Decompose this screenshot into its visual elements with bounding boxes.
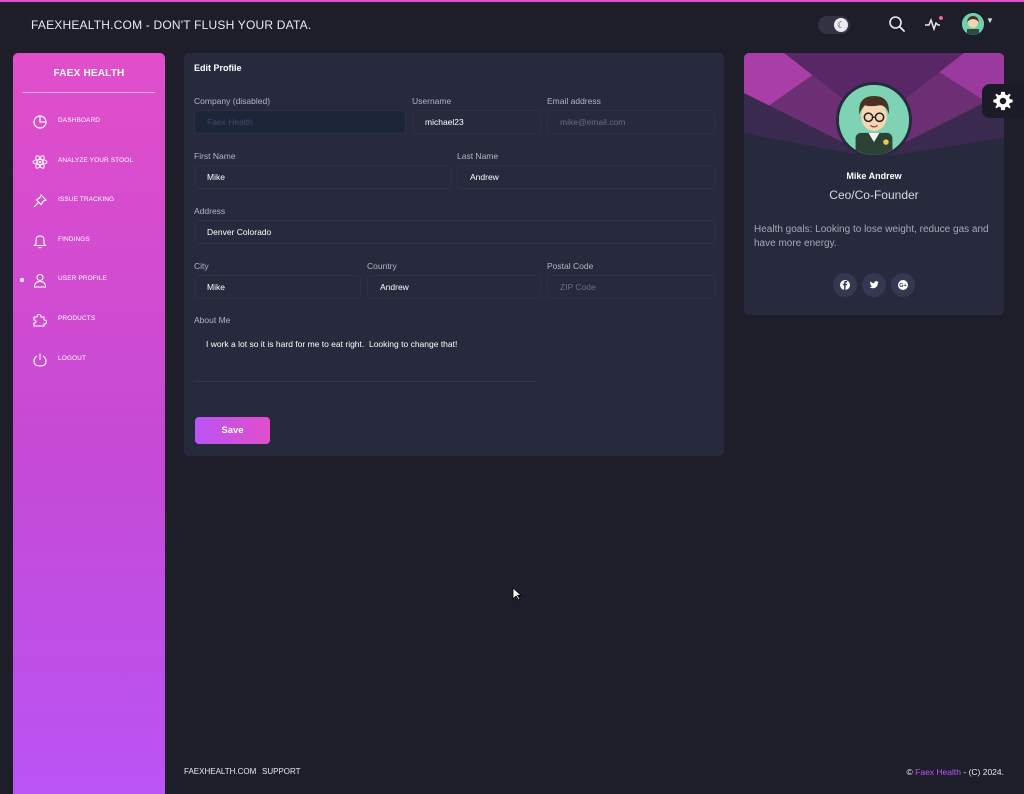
footer-brand-link[interactable]: Faex Health [915, 767, 961, 777]
moon-icon: ☾ [834, 18, 848, 32]
sidebar-item-user-profile[interactable]: USER PROFILE [13, 268, 165, 292]
username-label: Username [412, 96, 452, 106]
city-field[interactable] [194, 275, 361, 299]
power-icon [33, 353, 47, 367]
sidebar-item-issue-tracking[interactable]: ISSUE TRACKING [13, 189, 165, 213]
svg-text:G+: G+ [899, 283, 907, 289]
sidebar-item-findings[interactable]: FINDINGS [13, 229, 165, 253]
country-label: Country [367, 261, 397, 271]
profile-description: Health goals: Looking to lose weight, re… [754, 224, 989, 249]
pin-icon [33, 194, 47, 208]
sidebar-item-label: PRODUCTS [58, 315, 96, 322]
atom-icon [32, 155, 48, 169]
theme-toggle[interactable]: ☾ [818, 16, 850, 34]
username-field[interactable] [412, 110, 541, 134]
google-plus-icon[interactable]: G+ [891, 273, 915, 297]
footer-link-support[interactable]: SUPPORT [262, 767, 301, 776]
company-field[interactable] [194, 110, 406, 134]
copyright-text: © Faex Health - (C) 2024. [907, 767, 1004, 777]
twitter-icon[interactable] [862, 273, 886, 297]
profile-avatar [836, 82, 912, 158]
sidebar-item-analyze[interactable]: ANALYZE YOUR STOOL [13, 150, 165, 174]
footer-link-home[interactable]: FAEXHEALTH.COM [184, 767, 256, 776]
first-name-label: First Name [194, 151, 236, 161]
about-me-label: About Me [194, 315, 231, 325]
sidebar-item-dashboard[interactable]: DASHBOARD [13, 110, 165, 134]
save-button[interactable]: Save [195, 417, 270, 444]
settings-panel-toggle[interactable] [982, 84, 1024, 118]
profile-role: Ceo/Co-Founder [829, 188, 919, 202]
address-field[interactable] [194, 220, 715, 244]
sidebar-item-label: ANALYZE YOUR STOOL [58, 157, 134, 164]
edit-profile-card: Edit Profile Company (disabled) Username… [184, 53, 724, 456]
copyright-symbol: © [906, 767, 913, 777]
address-label: Address [194, 206, 226, 216]
profile-name: Mike Andrew [846, 171, 902, 181]
copyright-suffix: - (C) 2024. [963, 767, 1004, 777]
email-label: Email address [547, 96, 601, 106]
sidebar-item-logout[interactable]: LOGOUT [13, 348, 165, 372]
active-indicator [20, 278, 24, 282]
sidebar-item-label: USER PROFILE [58, 275, 107, 282]
sidebar-item-label: DASHBOARD [58, 117, 101, 124]
postal-code-field[interactable] [547, 275, 715, 299]
country-field[interactable] [367, 275, 541, 299]
chart-pie-icon [33, 115, 47, 129]
activity-notification-icon[interactable] [924, 14, 944, 34]
sidebar: FAEX HEALTH DASHBOARD ANALYZE YOUR STOOL… [13, 53, 165, 794]
user-icon [33, 273, 47, 288]
chevron-down-icon[interactable]: ▼ [986, 16, 994, 25]
bell-icon [33, 235, 47, 249]
city-label: City [194, 261, 209, 271]
sidebar-item-label: LOGOUT [58, 355, 87, 362]
sidebar-title[interactable]: FAEX HEALTH [13, 68, 165, 79]
brand-title[interactable]: FAEXHEALTH.COM - DON'T FLUSH YOUR DATA. [31, 18, 311, 32]
gear-icon [993, 91, 1013, 111]
company-label: Company (disabled) [194, 96, 271, 106]
puzzle-icon [33, 313, 48, 327]
mouse-cursor-icon [512, 587, 522, 601]
sidebar-item-label: ISSUE TRACKING [58, 196, 115, 203]
avatar[interactable] [962, 13, 984, 35]
sidebar-item-label: FINDINGS [58, 236, 90, 243]
sidebar-divider [23, 92, 155, 93]
sidebar-item-products[interactable]: PRODUCTS [13, 308, 165, 332]
facebook-icon[interactable] [833, 273, 857, 297]
last-name-field[interactable] [457, 165, 715, 189]
last-name-label: Last Name [457, 151, 499, 161]
postal-code-label: Postal Code [547, 261, 594, 271]
card-title: Edit Profile [194, 63, 242, 73]
first-name-field[interactable] [194, 165, 451, 189]
about-me-textarea[interactable]: I work a lot so it is hard for me to eat… [194, 330, 536, 382]
search-icon[interactable] [887, 14, 907, 34]
email-field[interactable] [547, 110, 715, 134]
user-profile-card: Mike Andrew Ceo/Co-Founder Health goals:… [744, 53, 1004, 315]
top-navbar: FAEXHEALTH.COM - DON'T FLUSH YOUR DATA. … [0, 2, 1024, 44]
